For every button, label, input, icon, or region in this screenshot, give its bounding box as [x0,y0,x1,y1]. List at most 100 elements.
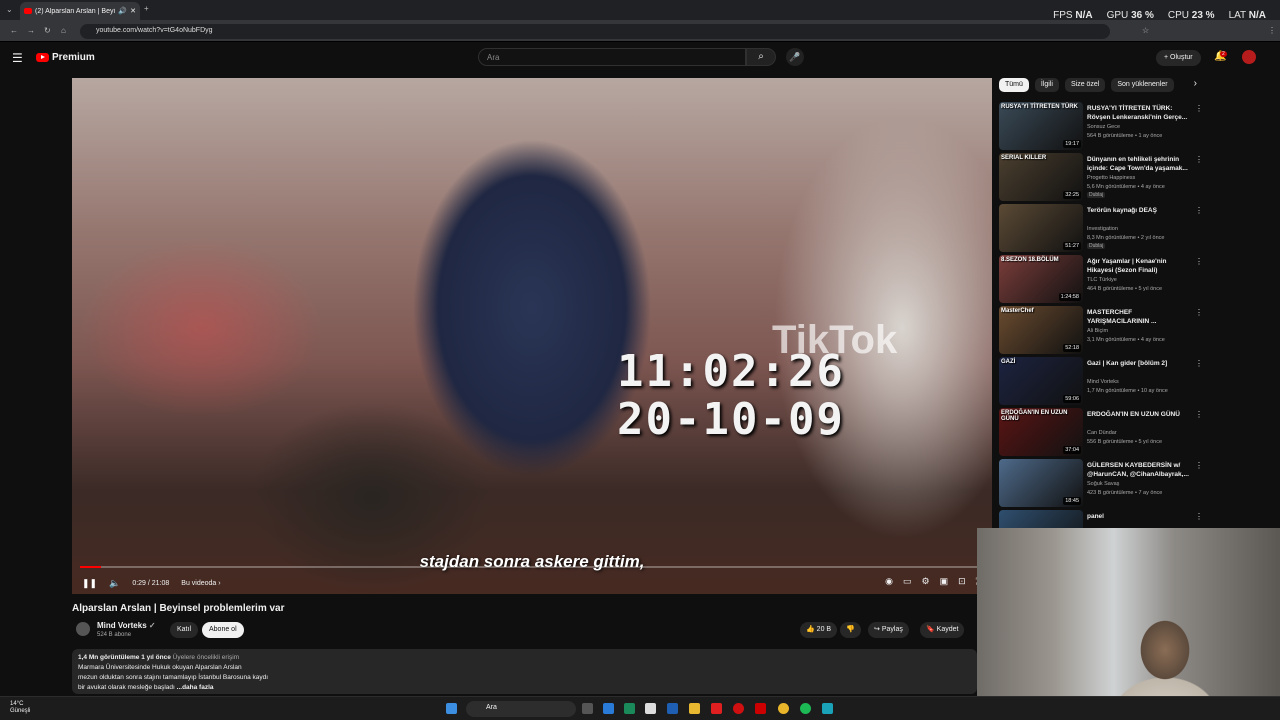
video-duration: 51:27 [1063,242,1081,250]
more-options-icon[interactable]: ⋮ [1195,410,1203,419]
show-more-link[interactable]: ...daha fazla [177,684,214,691]
recommendation-item[interactable]: 51:27 Terörün kaynağı DEAŞ Investigation… [999,204,1269,252]
chip-recent[interactable]: Son yüklenenler [1111,78,1174,92]
volume-icon[interactable]: 🔈 [109,578,120,589]
youtube-logo[interactable]: Premium [36,52,95,63]
video-duration: 37:04 [1063,446,1081,454]
chip-all[interactable]: Tümü [999,78,1029,92]
miniplayer-icon[interactable]: ▣ [940,576,949,587]
address-bar[interactable]: youtube.com/watch?v=tG4oNubFDyg [80,24,1110,39]
tab-close-icon[interactable]: ✕ [130,7,136,15]
tab-list-icon[interactable]: ⌄ [6,5,13,14]
video-player[interactable]: TikTok 11:02:26 20-10-09 stajdan sonra a… [72,78,992,594]
recommendation-title: Ağır Yaşamlar | Kenae'nin Hikayesi (Sezo… [1087,258,1167,274]
description-line: Marmara Üniversitesinde Hukuk okuyan Alp… [78,664,242,671]
search-button[interactable]: ⌕ [746,48,776,66]
chip-related[interactable]: İlgili [1034,78,1059,92]
channel-avatar[interactable] [76,622,90,636]
recommendation-thumbnail[interactable]: 18:45 [999,459,1083,507]
voice-search-button[interactable]: 🎤 [786,48,804,66]
browser-tab[interactable]: (2) Alparslan Arslan | Beyin... 🔊 ✕ [20,2,140,20]
dislike-button[interactable]: 👎 [840,622,861,638]
spotify-icon[interactable] [800,703,811,714]
app-icon[interactable] [822,703,833,714]
recommendation-item[interactable]: 8.SEZON 18.BÖLÜM 1:24:58 Ağır Yaşamlar |… [999,255,1269,303]
file-explorer-icon[interactable] [689,703,700,714]
tab-audio-icon[interactable]: 🔊 [118,7,127,15]
cast-icon[interactable]: ⊡ [958,576,966,587]
reload-icon[interactable]: ↻ [44,26,51,35]
more-options-icon[interactable]: ⋮ [1195,461,1203,470]
bookmark-star-icon[interactable]: ☆ [1142,26,1149,35]
taskbar-search[interactable]: Ara [466,701,576,717]
thumbnail-text: 8.SEZON 18.BÖLÜM [1001,257,1059,263]
channel-name[interactable]: Mind Vorteks ✓ [97,621,156,630]
weather-widget[interactable]: 14°C Güneşli [10,701,30,715]
save-button[interactable]: 🔖 Kaydet [920,622,965,638]
menu-hamburger-icon[interactable]: ☰ [12,51,23,65]
recommendation-thumbnail[interactable]: GAZİ 59:06 [999,357,1083,405]
windows-start-icon[interactable] [446,703,457,714]
like-button[interactable]: 👍 20 B [800,622,838,638]
copilot-icon[interactable] [603,703,614,714]
recommendation-item[interactable]: MasterChef 52:18 MASTERCHEF YARIŞMACILAR… [999,306,1269,354]
windows-taskbar: 14°C Güneşli Ara [0,696,1280,720]
netflix-icon[interactable] [755,703,766,714]
recommendation-item[interactable]: SERIAL KILLER 32:25 Dünyanın en tehlikel… [999,153,1269,201]
share-button[interactable]: ↪ Paylaş [868,622,909,638]
autoplay-toggle-icon[interactable]: ◉ [885,576,893,587]
browser-menu-icon[interactable]: ⋮ [1268,26,1276,35]
create-button[interactable]: + Oluştur [1156,50,1201,66]
more-options-icon[interactable]: ⋮ [1195,206,1203,215]
chip-for-you[interactable]: Size özel [1064,78,1106,92]
chapter-button[interactable]: Bu videoda › [181,580,220,587]
back-icon[interactable]: ← [10,26,18,35]
chrome-icon[interactable] [778,703,789,714]
new-tab-icon[interactable]: + [144,4,149,13]
account-avatar[interactable] [1242,50,1256,64]
recommendation-thumbnail[interactable]: SERIAL KILLER 32:25 [999,153,1083,201]
recommendation-item[interactable]: RUSYA'YI TİTRETEN TÜRK 19:17 RUSYA'YI Tİ… [999,102,1269,150]
subscribe-button[interactable]: Abone ol [202,622,244,638]
recommendation-title: ERDOĞAN'IN EN UZUN GÜNÜ [1087,411,1180,418]
recommendation-thumbnail[interactable]: 51:27 [999,204,1083,252]
chips-next-icon[interactable]: › [1194,78,1197,92]
edge-icon[interactable] [624,703,635,714]
join-button[interactable]: Katıl [170,622,199,638]
more-options-icon[interactable]: ⋮ [1195,257,1203,266]
opera-icon[interactable] [733,703,744,714]
more-options-icon[interactable]: ⋮ [1195,359,1203,368]
progress-bar[interactable] [80,566,984,568]
more-options-icon[interactable]: ⋮ [1195,155,1203,164]
settings-gear-icon[interactable]: ⚙ [922,576,930,587]
recommendation-thumbnail[interactable]: MasterChef 52:18 [999,306,1083,354]
more-options-icon[interactable]: ⋮ [1195,308,1203,317]
video-duration: 59:06 [1063,395,1081,403]
home-icon[interactable]: ⌂ [61,26,66,35]
subtitle-caption: stajdan sonra askere gittim, [419,552,645,571]
description-line: mezun olduktan sonra stajını tamamlayıp … [78,674,269,681]
store-icon[interactable] [645,703,656,714]
youtube-app-icon[interactable] [711,703,722,714]
recommendation-thumbnail[interactable]: RUSYA'YI TİTRETEN TÜRK 19:17 [999,102,1083,150]
subtitles-icon[interactable]: ▭ [903,576,912,587]
pause-icon[interactable]: ❚❚ [82,578,97,589]
recommendation-item[interactable]: 18:45 GÜLERSEN KAYBEDERSİN w/ @HarunCAN,… [999,459,1269,507]
forward-icon[interactable]: → [27,26,35,35]
recommendation-stats: 5,6 Mn görüntüleme • 4 ay önce [1087,184,1165,190]
url-text: youtube.com/watch?v=tG4oNubFDyg [96,27,213,34]
task-view-icon[interactable] [582,703,593,714]
save-label: Kaydet [936,626,959,633]
recommendation-stats: 464 B görüntüleme • 5 yıl önce [1087,286,1162,292]
more-options-icon[interactable]: ⋮ [1195,512,1203,521]
recommendation-thumbnail[interactable]: 8.SEZON 18.BÖLÜM 1:24:58 [999,255,1083,303]
more-options-icon[interactable]: ⋮ [1195,104,1203,113]
recommendation-item[interactable]: ERDOĞAN'IN EN UZUN GÜNÜ 37:04 ERDOĞAN'IN… [999,408,1269,456]
outlook-icon[interactable] [667,703,678,714]
search-input[interactable]: Ara [478,48,746,66]
video-duration: 52:18 [1063,344,1081,352]
description-box[interactable]: 1,4 Mn görüntüleme 1 yıl önce Üyelere ön… [72,649,977,694]
recommendation-thumbnail[interactable]: ERDOĞAN'IN EN UZUN GÜNÜ 37:04 [999,408,1083,456]
thumb-up-icon: 👍 [806,626,815,633]
recommendation-item[interactable]: GAZİ 59:06 Gazi | Kan gider [bölüm 2] Mi… [999,357,1269,405]
